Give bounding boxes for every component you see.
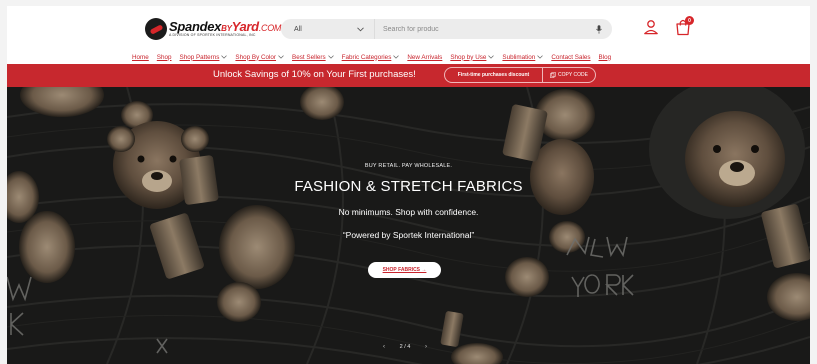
hero-banner: BUY RETAIL. PAY WHOLESALE. FASHION & STR… <box>7 87 810 364</box>
promo-text: Unlock Savings of 10% on Your First purc… <box>213 69 416 80</box>
slider-next-icon[interactable]: › <box>425 344 427 350</box>
copy-code-button[interactable]: COPY CODE <box>543 72 595 78</box>
slider-prev-icon[interactable]: ‹ <box>383 344 385 350</box>
chevron-down-icon <box>488 55 495 59</box>
site-logo[interactable]: SpandexBYYard.COM A DIVISION OF SPORTEK … <box>145 18 281 40</box>
promo-code-pill: First-time purchases discount COPY CODE <box>444 67 596 83</box>
nav-item-new-arrivals[interactable]: New Arrivals <box>407 54 442 61</box>
hero-eyebrow: BUY RETAIL. PAY WHOLESALE. <box>364 163 453 169</box>
hero-powered-by: “Powered by Sportek International” <box>342 230 475 240</box>
nav-item-shop[interactable]: Shop <box>157 54 172 61</box>
site-header: SpandexBYYard.COM A DIVISION OF SPORTEK … <box>7 6 810 64</box>
nav-item-home[interactable]: Home <box>132 54 149 61</box>
hero-tagline: No minimums. Shop with confidence. <box>338 207 479 217</box>
chevron-down-icon <box>537 55 544 59</box>
promo-code-label: First-time purchases discount <box>445 68 543 82</box>
shop-fabrics-button[interactable]: SHOP FABRICS → <box>368 262 441 278</box>
nav-item-contact-sales[interactable]: Contact Sales <box>551 54 590 61</box>
nav-item-sublimation[interactable]: Sublimation <box>502 54 544 61</box>
nav-item-shop-by-use[interactable]: Shop by Use <box>450 54 495 61</box>
search-bar: All <box>281 19 612 39</box>
category-select-value: All <box>294 25 302 33</box>
cart-count-badge: 0 <box>685 16 694 25</box>
slider-counter: 2 / 4 <box>399 344 411 350</box>
main-nav: Home Shop Shop Patterns Shop By Color Best S… <box>132 52 611 62</box>
hero-slider-controls: ‹ 2 / 4 › <box>383 342 427 352</box>
chevron-down-icon <box>357 26 364 31</box>
account-icon[interactable] <box>643 19 659 35</box>
logo-mark-icon <box>145 18 167 40</box>
chevron-down-icon <box>393 55 400 59</box>
search-input[interactable] <box>375 19 586 39</box>
mic-icon[interactable] <box>586 19 612 39</box>
category-select[interactable]: All <box>281 19 375 39</box>
cart-button[interactable]: 0 <box>675 16 694 36</box>
logo-wordmark: SpandexBYYard.COM <box>169 19 282 35</box>
hero-headline: FASHION & STRETCH FABRICS <box>294 178 523 195</box>
page: SpandexBYYard.COM A DIVISION OF SPORTEK … <box>7 6 810 364</box>
promo-bar: Unlock Savings of 10% on Your First purc… <box>7 64 810 87</box>
nav-item-shop-patterns[interactable]: Shop Patterns <box>180 54 228 61</box>
chevron-down-icon <box>327 55 334 59</box>
nav-item-blog[interactable]: Blog <box>599 54 612 61</box>
nav-item-fabric-categories[interactable]: Fabric Categories <box>342 54 400 61</box>
chevron-down-icon <box>278 55 284 59</box>
copy-icon <box>550 72 556 78</box>
nav-item-best-sellers[interactable]: Best Sellers <box>292 54 334 61</box>
nav-item-shop-by-color[interactable]: Shop By Color <box>235 54 284 61</box>
chevron-down-icon <box>221 55 228 59</box>
logo-subline: A DIVISION OF SPORTEK INTERNATIONAL, INC <box>169 33 256 38</box>
